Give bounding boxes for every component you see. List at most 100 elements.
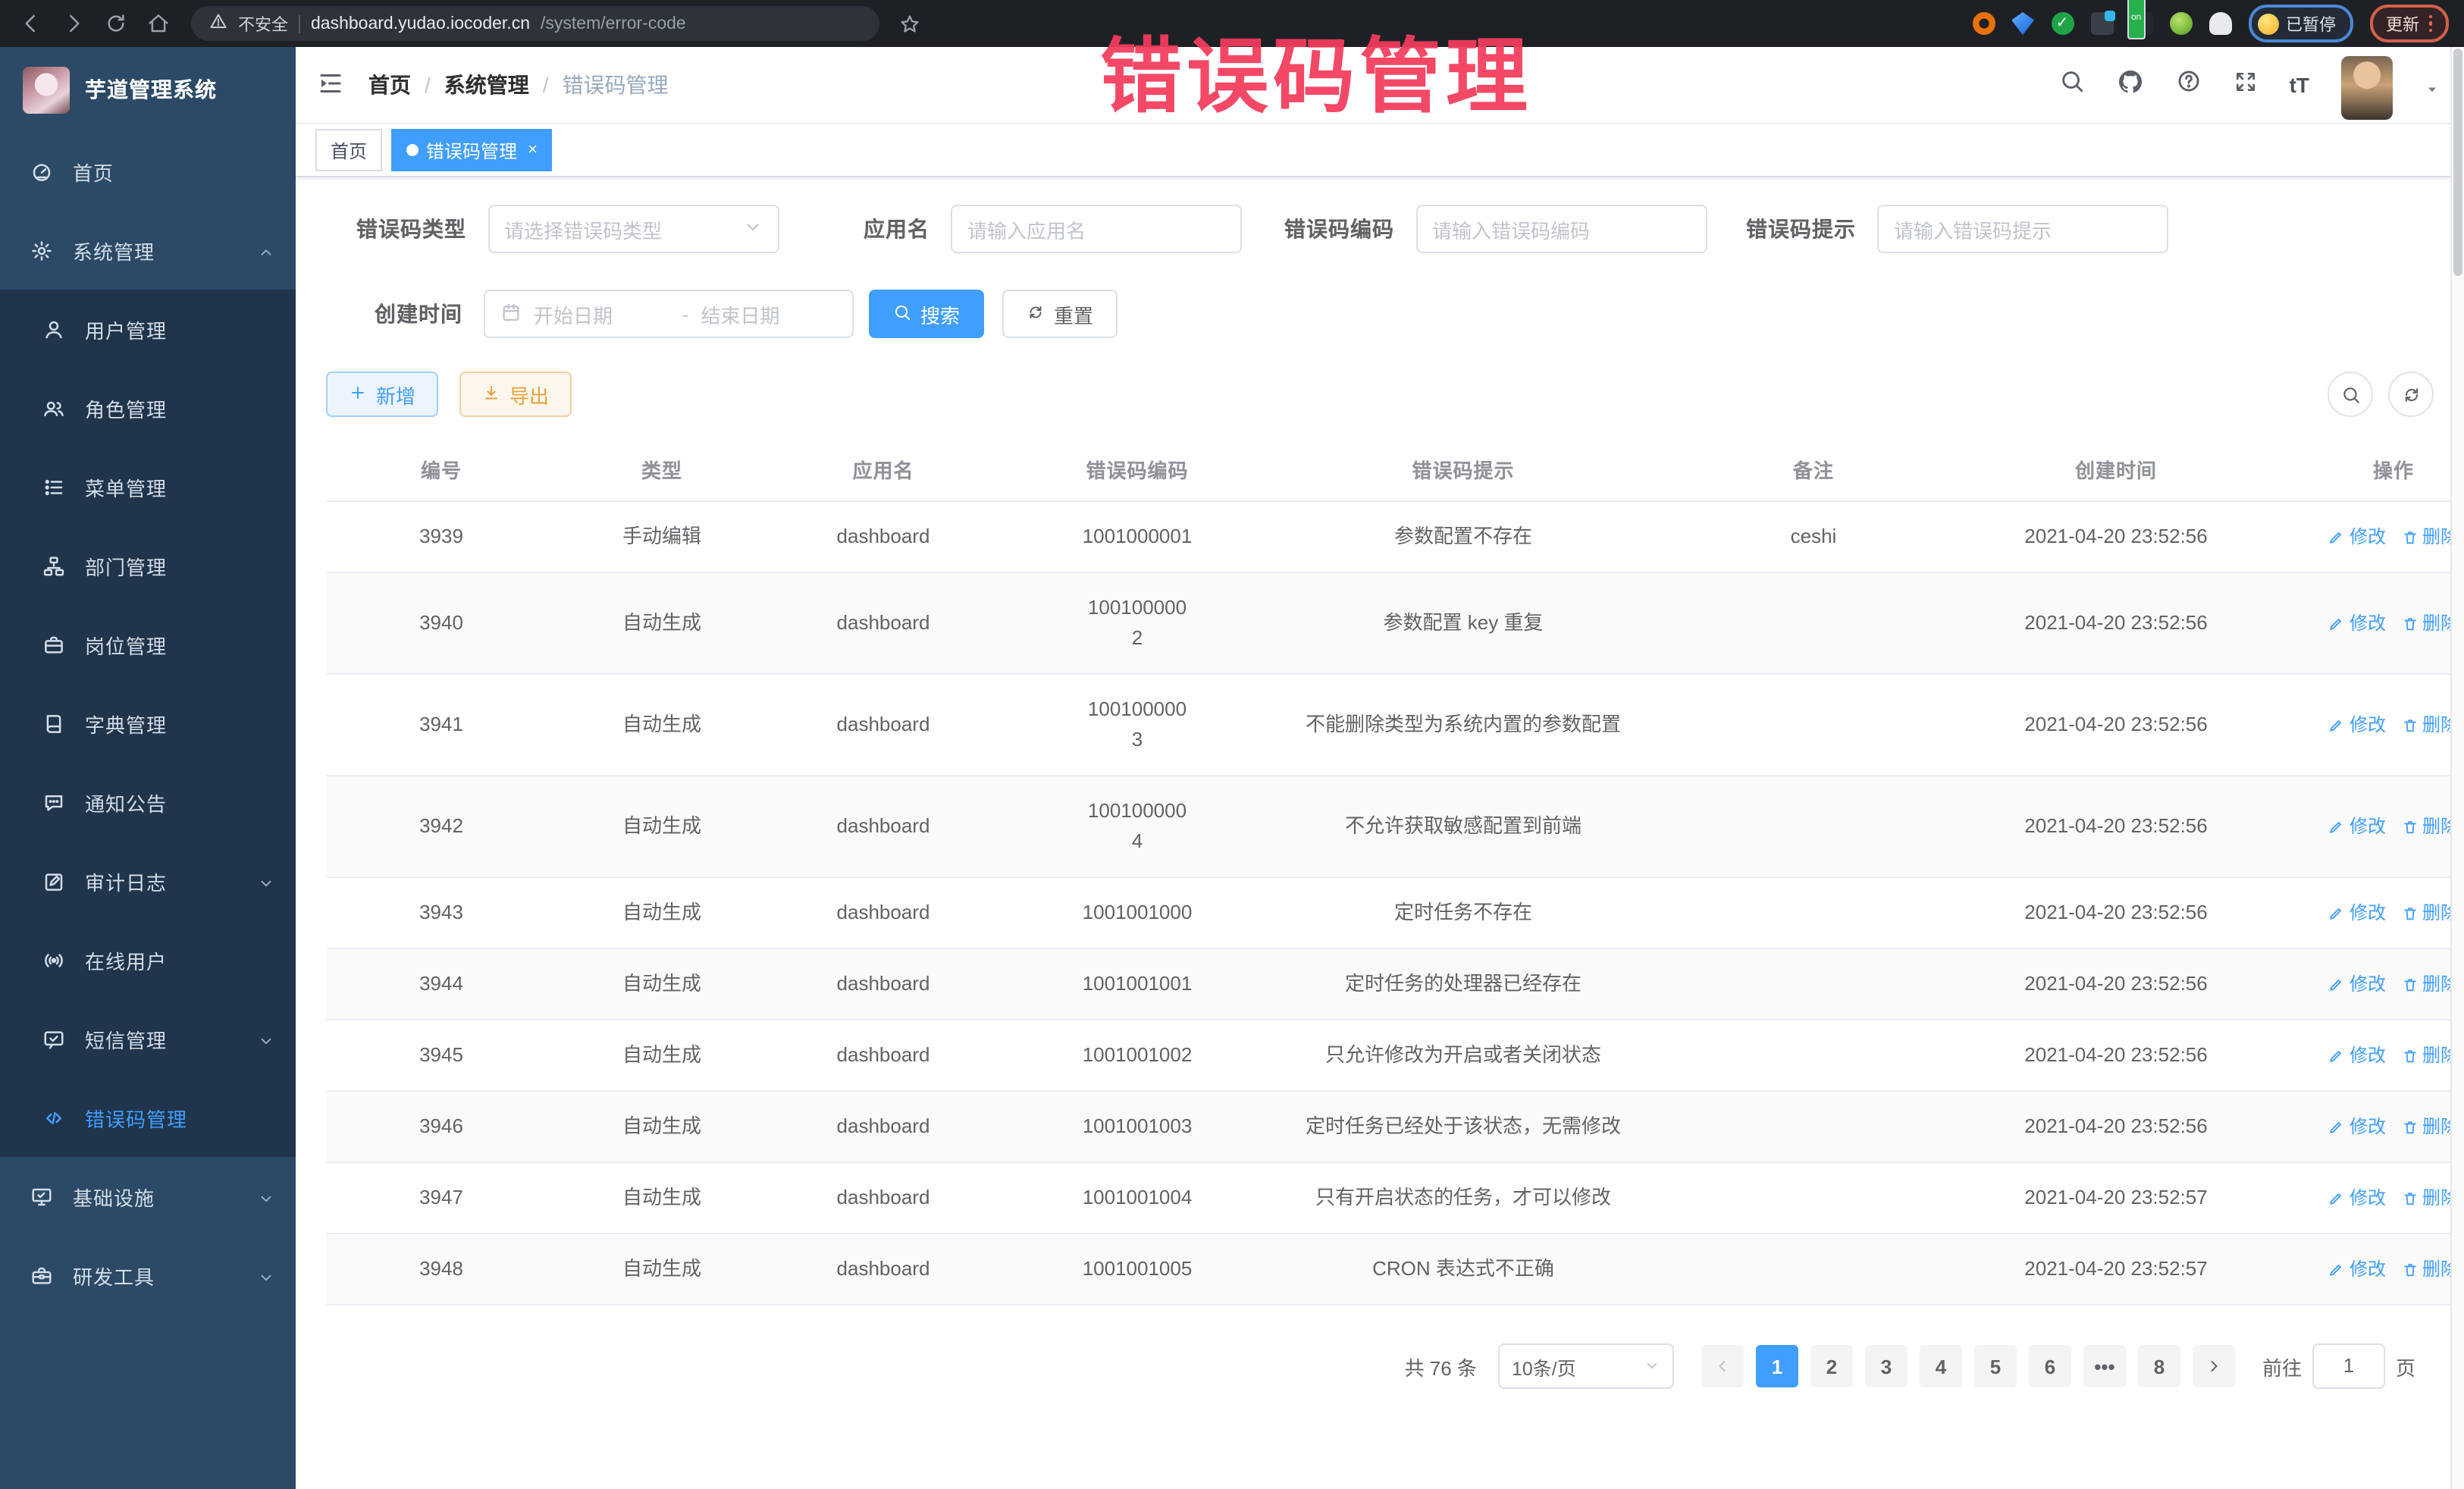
- github-icon[interactable]: [2117, 67, 2144, 102]
- goto-page-input[interactable]: 1: [2312, 1343, 2385, 1389]
- sidebar-item-notice[interactable]: 通知公告: [0, 763, 296, 842]
- cell-app: dashboard: [767, 1234, 999, 1305]
- page-size-select[interactable]: 10条/页: [1498, 1343, 1674, 1389]
- edit-icon: [2328, 615, 2345, 632]
- sidebar-item-role[interactable]: 角色管理: [0, 368, 296, 447]
- next-page-button[interactable]: [2193, 1345, 2235, 1387]
- cell-time: 2021-04-20 23:52:56: [1976, 674, 2256, 776]
- sidebar-item-post[interactable]: 岗位管理: [0, 605, 296, 684]
- edit-link[interactable]: 修改: [2328, 1254, 2386, 1284]
- page-button[interactable]: 6: [2029, 1345, 2071, 1387]
- tab-home[interactable]: 首页: [315, 129, 382, 171]
- sidebar-item-gear[interactable]: 系统管理: [0, 211, 296, 290]
- browser-back-button[interactable]: [15, 8, 45, 39]
- sidebar-item-menu[interactable]: 菜单管理: [0, 447, 296, 526]
- extension-icon[interactable]: [2169, 12, 2192, 35]
- refresh-icon: [2401, 384, 2421, 404]
- edit-icon: [2328, 528, 2345, 545]
- browser-update-button[interactable]: 更新: [2369, 5, 2449, 42]
- tags-view: 首页错误码管理×: [296, 124, 2464, 177]
- avatar[interactable]: [2341, 56, 2393, 120]
- edit-link[interactable]: 修改: [2328, 1040, 2386, 1071]
- cell-time: 2021-04-20 23:52:56: [1976, 1091, 2256, 1162]
- extensions-puzzle-icon[interactable]: [2209, 12, 2231, 35]
- table-row: 3944自动生成dashboard1001001001定时任务的处理器已经存在2…: [326, 948, 2464, 1020]
- extension-icon[interactable]: [2011, 12, 2034, 35]
- cell-actions: 修改删除: [2256, 501, 2464, 572]
- chevron-down-icon[interactable]: [2425, 77, 2440, 92]
- cell-app: dashboard: [767, 1162, 999, 1234]
- sidebar-item-dept[interactable]: 部门管理: [0, 526, 296, 605]
- close-icon[interactable]: ×: [528, 141, 538, 159]
- page-button[interactable]: 2: [1810, 1345, 1853, 1387]
- error-code-input[interactable]: 请输入错误码编码: [1415, 205, 1707, 253]
- browser-reload-button[interactable]: [100, 8, 130, 39]
- browser-menu-icon[interactable]: [2428, 15, 2432, 33]
- sidebar-item-dashboard[interactable]: 首页: [0, 132, 296, 211]
- refresh-table-button[interactable]: [2388, 371, 2434, 417]
- sidebar-item-online[interactable]: 在线用户: [0, 920, 296, 999]
- export-button[interactable]: 导出: [459, 371, 572, 417]
- pager-ellipsis[interactable]: •••: [2083, 1345, 2126, 1387]
- prev-page-button[interactable]: [1701, 1345, 1744, 1387]
- page-button[interactable]: 5: [1974, 1345, 2017, 1387]
- edit-link[interactable]: 修改: [2328, 811, 2386, 842]
- add-button[interactable]: 新增: [326, 371, 438, 417]
- edit-link[interactable]: 修改: [2328, 969, 2386, 999]
- fullscreen-icon[interactable]: [2234, 69, 2258, 101]
- extension-icon[interactable]: [2090, 12, 2113, 35]
- dict-icon: [42, 712, 65, 735]
- update-label: 更新: [2386, 11, 2419, 36]
- address-bar[interactable]: 不安全 dashboard.yudao.iocoder.cn/system/er…: [191, 6, 879, 41]
- page-button[interactable]: 1: [1756, 1345, 1798, 1387]
- sidebar-item-tools[interactable]: 研发工具: [0, 1236, 296, 1315]
- chevron-down-icon: [742, 217, 762, 241]
- logo[interactable]: 芋道管理系统: [0, 47, 296, 132]
- reset-button[interactable]: 重置: [1002, 290, 1118, 338]
- browser-home-button[interactable]: [143, 8, 173, 39]
- trash-icon: [2401, 615, 2418, 632]
- breadcrumb-home[interactable]: 首页: [368, 70, 411, 100]
- edit-link[interactable]: 修改: [2328, 1111, 2386, 1142]
- page-button[interactable]: 3: [1865, 1345, 1908, 1387]
- column-header: 类型: [556, 438, 767, 501]
- app-name-input[interactable]: 请输入应用名: [951, 205, 1242, 253]
- cell-app: dashboard: [767, 877, 999, 948]
- date-range-picker[interactable]: 开始日期 - 结束日期: [484, 290, 854, 338]
- edit-link[interactable]: 修改: [2328, 898, 2386, 928]
- error-type-select[interactable]: 请选择错误码类型: [487, 205, 779, 253]
- search-button[interactable]: 搜索: [869, 290, 984, 338]
- extension-icon[interactable]: ✓: [2051, 12, 2074, 35]
- hamburger-icon[interactable]: [317, 70, 347, 100]
- edit-link[interactable]: 修改: [2328, 608, 2386, 638]
- edit-link[interactable]: 修改: [2328, 1183, 2386, 1213]
- page-scrollbar[interactable]: [2450, 47, 2464, 1489]
- extension-icon[interactable]: [1972, 12, 1995, 35]
- scrollbar-thumb[interactable]: [2453, 49, 2462, 276]
- browser-forward-button[interactable]: [58, 8, 88, 39]
- sidebar-item-infra[interactable]: 基础设施: [0, 1157, 296, 1236]
- bookmark-star-icon[interactable]: [895, 8, 925, 39]
- tab-error-code[interactable]: 错误码管理×: [391, 129, 553, 171]
- sidebar-item-user[interactable]: 用户管理: [0, 290, 296, 368]
- profile-paused-badge[interactable]: 已暂停: [2248, 5, 2353, 42]
- page-button[interactable]: 8: [2138, 1345, 2180, 1387]
- edit-link[interactable]: 修改: [2328, 522, 2386, 552]
- header-search-icon[interactable]: [2059, 68, 2085, 102]
- edit-link[interactable]: 修改: [2328, 710, 2386, 740]
- sidebar-item-audit[interactable]: 审计日志: [0, 842, 296, 920]
- toggle-search-button[interactable]: [2328, 371, 2373, 417]
- sidebar-item-code[interactable]: 错误码管理: [0, 1078, 296, 1157]
- cell-remark: [1651, 1162, 1976, 1234]
- breadcrumb-system[interactable]: 系统管理: [444, 70, 529, 100]
- page-button[interactable]: 4: [1920, 1345, 1962, 1387]
- cell-msg: 参数配置不存在: [1275, 501, 1651, 572]
- sidebar-item-sms[interactable]: 短信管理: [0, 999, 296, 1078]
- text-size-icon[interactable]: tT: [2290, 73, 2309, 97]
- extension-icon[interactable]: on: [2130, 12, 2152, 35]
- help-icon[interactable]: [2176, 68, 2202, 102]
- cell-code: 1001001005: [999, 1234, 1275, 1305]
- error-msg-input[interactable]: 请输入错误码提示: [1877, 205, 2168, 253]
- cell-actions: 修改删除: [2256, 776, 2464, 877]
- sidebar-item-dict[interactable]: 字典管理: [0, 684, 296, 763]
